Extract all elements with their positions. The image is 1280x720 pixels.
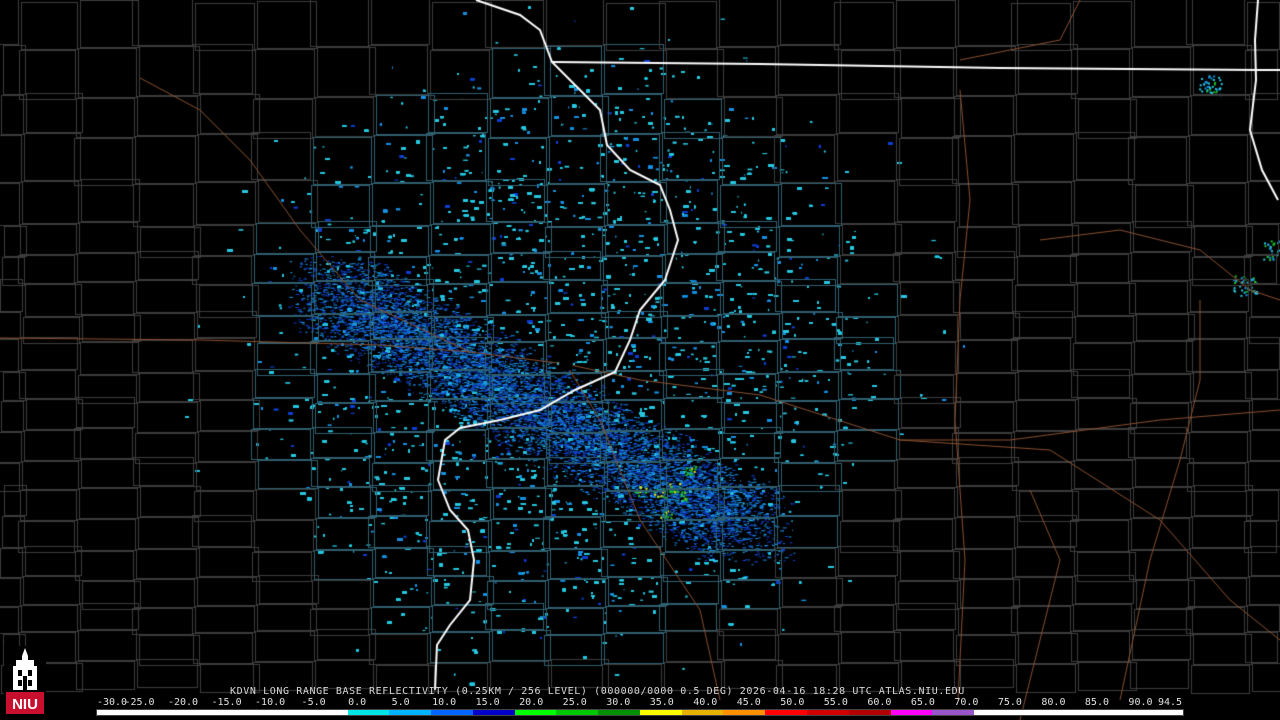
scale-swatch <box>974 710 1016 715</box>
scale-swatch <box>1099 710 1142 715</box>
radar-map[interactable] <box>0 0 1280 720</box>
scale-swatch <box>1141 710 1183 715</box>
scale-label: -15.0 <box>211 697 242 708</box>
scale-label: 40.0 <box>693 697 718 708</box>
scale-label: 75.0 <box>997 697 1022 708</box>
scale-label: -30.0 <box>96 697 128 708</box>
scale-label: 55.0 <box>823 697 848 708</box>
scale-label: 65.0 <box>910 697 935 708</box>
scale-swatch <box>848 710 891 715</box>
scale-swatch <box>598 710 640 715</box>
scale-swatch <box>97 710 139 715</box>
scale-swatch <box>514 710 557 715</box>
scale-swatch <box>681 710 724 715</box>
scale-label: 94.5 <box>1157 697 1183 708</box>
niu-logo-text: NIU <box>12 696 38 713</box>
scale-swatch <box>1015 710 1058 715</box>
scale-label: 50.0 <box>780 697 805 708</box>
scale-label: 5.0 <box>391 697 410 708</box>
scale-swatch <box>472 710 515 715</box>
scale-swatch <box>264 710 306 715</box>
scale-swatch <box>305 710 348 715</box>
scale-label: 15.0 <box>475 697 500 708</box>
scale-swatch <box>556 710 599 715</box>
scale-label: -5.0 <box>301 697 326 708</box>
scale-swatch <box>807 710 849 715</box>
scale-label: 25.0 <box>562 697 587 708</box>
scale-swatch <box>138 710 181 715</box>
scale-label: -10.0 <box>255 697 286 708</box>
scale-swatch <box>431 710 473 715</box>
scale-swatch <box>180 710 223 715</box>
scale-label: 0.0 <box>348 697 367 708</box>
scale-label: 20.0 <box>519 697 544 708</box>
scale-label: 60.0 <box>867 697 892 708</box>
scale-swatch <box>932 710 975 715</box>
niu-logo: NIU <box>4 646 46 716</box>
scale-swatch <box>890 710 933 715</box>
scale-swatch <box>389 710 432 715</box>
color-scale-labels: -30.0 -25.0 -20.0 -15.0 -10.0 -5.0 0.0 5.0 10.0 1… <box>96 697 1186 709</box>
scale-swatch <box>723 710 766 715</box>
scale-label: 90.0 <box>1128 697 1153 708</box>
scale-swatch <box>347 710 390 715</box>
scale-label: 85.0 <box>1084 697 1109 708</box>
color-scale-bar <box>96 709 1184 716</box>
scale-swatch <box>765 710 808 715</box>
scale-label: -20.0 <box>167 697 199 708</box>
scale-swatch <box>639 710 682 715</box>
scale-swatch <box>222 710 265 715</box>
scale-label: 45.0 <box>736 697 761 708</box>
scale-label: 80.0 <box>1041 697 1066 708</box>
scale-label: 70.0 <box>954 697 979 708</box>
scale-label: 10.0 <box>432 697 457 708</box>
scale-swatch <box>1057 710 1100 715</box>
scale-label: 35.0 <box>649 697 674 708</box>
scale-label: -25.0 <box>124 697 155 708</box>
scale-label: 30.0 <box>606 697 631 708</box>
